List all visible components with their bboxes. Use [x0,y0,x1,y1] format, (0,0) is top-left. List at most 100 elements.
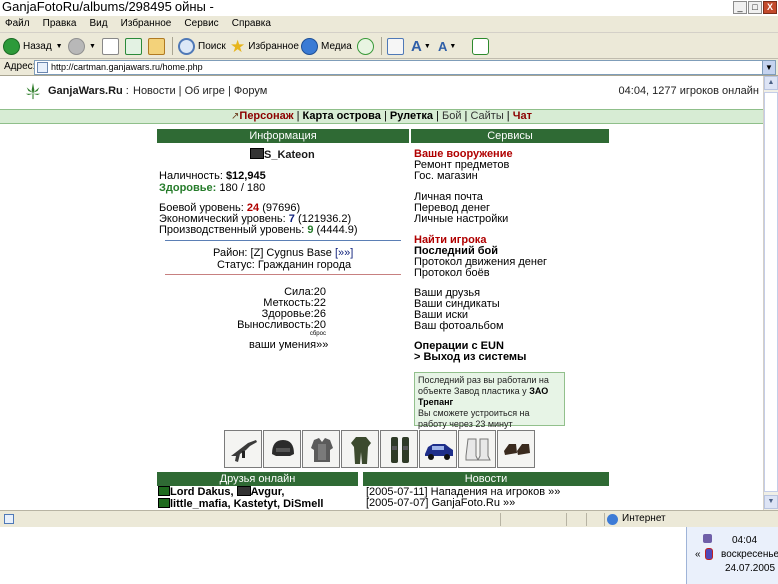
favorites-button[interactable]: ★ Избранное [230,36,299,56]
minimize-button[interactable]: _ [733,1,747,14]
encoding-button[interactable]: А ▼ [438,36,456,56]
site-name[interactable]: GanjaWars.Ru: [48,85,129,97]
close-button[interactable]: X [763,1,777,14]
scroll-down-icon[interactable]: ▼ [764,495,778,509]
search-button[interactable]: Поиск [178,36,226,56]
page-icon [37,62,48,73]
history-icon [357,37,374,55]
title-bar: GanjaFotoRu/albums/298495 ойны - _ □ X [0,0,778,16]
item-slot[interactable] [341,430,379,468]
battle-log-link[interactable]: Протокол боёв [414,267,490,279]
health-value: 180 / 180 [219,182,266,194]
menu-tools[interactable]: Сервис [179,16,223,31]
logout-link[interactable]: > Выход из системы [414,351,526,363]
flag-icon [158,486,170,496]
item-slot[interactable] [302,430,340,468]
news-item[interactable]: [2005-07-07] GanjaFoto.Ru »» [366,497,515,509]
system-tray: « 04:04 воскресенье 24.07.2005 [686,527,778,584]
scroll-thumb[interactable] [764,92,778,492]
citizen-status-row: Статус: Гражданин города [217,259,352,271]
address-label: Адрес: [4,61,36,72]
news-link[interactable]: Новости [133,85,176,97]
address-input[interactable]: http://cartman.ganjawars.ru/home.php ▼ [34,60,776,75]
shield-icon[interactable] [705,548,713,560]
chevron-left-icon[interactable]: « [695,549,701,560]
skills-link[interactable]: ваши умения»» [249,339,328,351]
news-heading: Новости [363,472,609,486]
friend-name[interactable]: little_mafia, Kastetyt, DiSmell [170,498,323,510]
chevron-down-icon[interactable]: ▼ [56,43,63,50]
home-icon [148,37,165,55]
tray-date: 24.07.2005 [725,563,776,574]
messenger-button[interactable] [472,36,489,56]
prod-level-row: Производственный уровень: 9 (4444.9) [159,224,358,236]
site-header: GanjaWars.Ru: Новости | Об игре | Форум … [0,76,763,107]
security-zone: Интернет [622,513,666,524]
chevron-down-icon[interactable]: ▼ [89,43,96,50]
gov-shop-link[interactable]: Гос. магазин [414,170,478,182]
leaf-icon[interactable] [24,82,42,100]
district-row: Район: [Z] Cygnus Base [»»] [213,247,354,259]
item-slot[interactable] [380,430,418,468]
forward-button[interactable]: ▼ [68,36,96,56]
address-bar: Адрес: http://cartman.ganjawars.ru/home.… [0,59,778,76]
item-slot[interactable] [458,430,496,468]
menu-view[interactable]: Вид [85,16,113,31]
friend-name[interactable]: Avgur [251,486,282,498]
home-button[interactable] [148,36,165,56]
nav-roulette[interactable]: Рулетка [390,110,433,122]
photo-album-link[interactable]: Ваш фотоальбом [414,320,504,332]
rifle-icon [231,440,257,462]
tray-day: воскресенье [721,549,778,560]
menu-file[interactable]: Файл [0,16,35,31]
chevron-down-icon[interactable]: ▼ [449,43,456,50]
stat-row-endurance: Выносливость:20 [237,319,326,331]
back-button[interactable]: Назад ▼ [3,36,63,56]
refresh-button[interactable] [125,36,142,56]
item-slot[interactable] [497,430,535,468]
reset-link[interactable]: сброс [310,331,326,337]
chevron-down-icon[interactable]: ▼ [762,61,775,74]
stop-button[interactable] [102,36,119,56]
friends-list: Lord Dakus, Avgur, [158,486,284,498]
messenger-icon [472,37,489,55]
nav-island-map[interactable]: Карта острова [303,110,381,122]
nav-chat[interactable]: Чат [513,110,532,122]
tray-time[interactable]: 04:04 [732,535,757,546]
chevron-down-icon[interactable]: ▼ [424,43,431,50]
boots-icon [465,438,491,461]
friend-name[interactable]: Lord Dakus [170,486,231,498]
nav-sites[interactable]: Сайты [470,110,503,122]
menu-edit[interactable]: Правка [38,16,82,31]
window-title: GanjaFotoRu/albums/298495 ойны - [2,0,214,14]
player-name-row: S_Kateon [250,148,315,161]
district-link[interactable]: [»»] [335,247,353,259]
nav-battle[interactable]: Бой [442,110,461,122]
about-link[interactable]: Об игре [185,85,225,97]
page-viewport: GanjaWars.Ru: Новости | Об игре | Форум … [0,76,763,510]
flag-icon [158,498,170,508]
main-nav: ↗Персонаж | Карта острова | Рулетка | Бо… [0,109,763,124]
item-slot[interactable] [419,430,457,468]
back-arrow-icon [3,37,20,55]
status-bar: Интернет [0,510,778,527]
player-name[interactable]: S_Kateon [264,149,315,161]
font-size-button[interactable]: A ▼ [411,36,431,56]
mail-button[interactable] [387,36,404,56]
item-slot[interactable] [224,430,262,468]
forum-link[interactable]: Форум [234,85,267,97]
menu-favorites[interactable]: Избранное [116,16,177,31]
history-button[interactable] [357,36,374,56]
divider [165,240,401,241]
job-notice: Последний раз вы работали на объекте Зав… [414,372,565,429]
vertical-scrollbar[interactable]: ▲ ▼ [763,76,778,510]
menu-help[interactable]: Справка [227,16,276,31]
maximize-button[interactable]: □ [748,1,762,14]
settings-link[interactable]: Личные настройки [414,213,508,225]
nav-character[interactable]: Персонаж [239,110,293,122]
scroll-up-icon[interactable]: ▲ [764,76,778,90]
network-icon[interactable] [703,534,712,543]
shoes-icon [504,444,530,455]
item-slot[interactable] [263,430,301,468]
media-button[interactable]: Медиа [301,36,352,56]
